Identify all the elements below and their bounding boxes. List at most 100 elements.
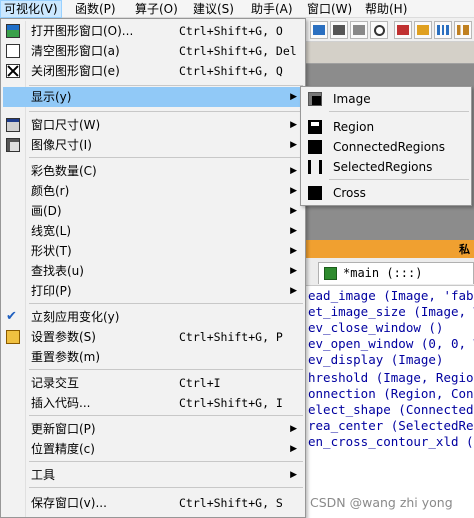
menu-item-window-size[interactable]: 窗口尺寸(W) ▶ (3, 115, 303, 135)
menu-item-apply-immediately[interactable]: ✔ 立刻应用变化(y) (3, 307, 303, 327)
submenu-arrow-icon: ▶ (290, 226, 297, 236)
menu-window[interactable]: 窗口(W) (304, 0, 355, 18)
submenu-arrow-icon: ▶ (290, 140, 297, 150)
code-line[interactable]: onnection (Region, Conn (308, 386, 474, 402)
open-window-icon (6, 24, 20, 38)
toolbar-button[interactable] (394, 21, 412, 39)
menu-item-record-interactions[interactable]: 记录交互 Ctrl+I (3, 373, 303, 393)
menu-item-line-width[interactable]: 线宽(L) ▶ (3, 221, 303, 241)
submenu-item-cross[interactable]: Cross (303, 183, 469, 203)
submenu-arrow-icon: ▶ (290, 266, 297, 276)
code-line[interactable]: ead_image (Image, 'fabr (308, 288, 474, 304)
menu-item-save-window[interactable]: 保存窗口(v)... Ctrl+Shift+G, S (3, 493, 303, 513)
toolbar-button[interactable] (414, 21, 432, 39)
visualization-menu: 打开图形窗口(O)... Ctrl+Shift+G, O 清空图形窗口(a) C… (0, 18, 306, 518)
graphics-window-header (306, 42, 474, 64)
submenu-item-image[interactable]: Image (303, 89, 469, 109)
menu-visualization[interactable]: 可视化(V) (0, 0, 62, 18)
menu-operators[interactable]: 算子(O) (132, 0, 181, 18)
menu-functions[interactable]: 函数(P) (72, 0, 119, 18)
menu-item-clear-graphics-window[interactable]: 清空图形窗口(a) Ctrl+Shift+G, Del (3, 41, 303, 61)
submenu-arrow-icon: ▶ (290, 424, 297, 434)
submenu-arrow-icon: ▶ (290, 120, 297, 130)
submenu-item-connected-regions[interactable]: ConnectedRegions (303, 137, 469, 157)
menu-item-color-count[interactable]: 彩色数量(C) ▶ (3, 161, 303, 181)
stopwatch-icon[interactable] (370, 21, 388, 39)
menu-item-insert-code[interactable]: 插入代码... Ctrl+Shift+G, I (3, 393, 303, 413)
menu-item-close-graphics-window[interactable]: 关闭图形窗口(e) Ctrl+Shift+G, Q (3, 61, 303, 81)
checkmark-icon: ✔ (6, 309, 17, 324)
menu-item-update-window[interactable]: 更新窗口(P) ▶ (3, 419, 303, 439)
code-line[interactable]: ev_close_window () (308, 320, 443, 336)
menu-item-label: 立刻应用变化(y) (31, 310, 120, 324)
menu-bar: 可视化(V) 函数(P) 算子(O) 建议(S) 助手(A) 窗口(W) 帮助(… (0, 0, 474, 18)
menu-item-print[interactable]: 打印(P) ▶ (3, 281, 303, 301)
menu-item-label: 彩色数量(C) (31, 164, 97, 178)
image-size-icon (6, 138, 20, 152)
code-line[interactable]: elect_shape (ConnectedR (308, 402, 474, 418)
display-submenu: Image Region ConnectedRegions SelectedRe… (300, 86, 472, 206)
menu-item-color[interactable]: 颜色(r) ▶ (3, 181, 303, 201)
titlebar-label: 私 (459, 243, 470, 256)
menu-item-lookup-table[interactable]: 查找表(u) ▶ (3, 261, 303, 281)
submenu-item-label: Image (333, 92, 371, 106)
menu-item-image-size[interactable]: 图像尺寸(I) ▶ (3, 135, 303, 155)
menu-item-reset-parameters[interactable]: 重置参数(m) (3, 347, 303, 367)
program-editor[interactable]: ead_image (Image, 'fabr et_image_size (I… (306, 286, 474, 518)
menu-help[interactable]: 帮助(H) (362, 0, 410, 18)
code-line[interactable]: en_cross_contour_xld (C (308, 434, 474, 450)
editor-tabbar: *main (:::) (306, 258, 474, 286)
menu-separator (29, 303, 303, 304)
program-window-titlebar: 私 (306, 240, 474, 258)
submenu-arrow-icon: ▶ (290, 206, 297, 216)
submenu-arrow-icon: ▶ (290, 92, 297, 102)
menu-item-open-graphics-window[interactable]: 打开图形窗口(O)... Ctrl+Shift+G, O (3, 21, 303, 41)
menu-item-display[interactable]: 显示(y) ▶ (3, 87, 303, 107)
submenu-arrow-icon: ▶ (290, 166, 297, 176)
menu-separator (329, 179, 469, 180)
menu-item-label: 位置精度(c) (31, 442, 95, 456)
menu-item-position-precision[interactable]: 位置精度(c) ▶ (3, 439, 303, 459)
selected-regions-icon (308, 160, 322, 174)
profile-icon[interactable] (454, 21, 472, 39)
menu-item-label: 画(D) (31, 204, 62, 218)
code-line[interactable]: et_image_size (Image, W (308, 304, 474, 320)
menu-item-label: 关闭图形窗口(e) (31, 64, 120, 78)
toolbar-button[interactable] (330, 21, 348, 39)
menu-item-label: 重置参数(m) (31, 350, 101, 364)
menu-item-label: 打开图形窗口(O)... (31, 24, 134, 38)
menu-item-draw[interactable]: 画(D) ▶ (3, 201, 303, 221)
menu-item-shape[interactable]: 形状(T) ▶ (3, 241, 303, 261)
code-line[interactable]: hreshold (Image, Region (308, 370, 474, 386)
menu-item-label: 插入代码... (31, 396, 91, 410)
menu-separator (29, 85, 303, 86)
toolbar-button[interactable] (310, 21, 328, 39)
menu-item-label: 窗口尺寸(W) (31, 118, 101, 132)
code-line[interactable]: ev_open_window (0, 0, W (308, 336, 474, 352)
menu-assistants[interactable]: 助手(A) (248, 0, 296, 18)
submenu-item-label: Cross (333, 186, 366, 200)
menu-separator (29, 157, 303, 158)
menu-item-label: 线宽(L) (31, 224, 72, 238)
histogram-icon[interactable] (434, 21, 452, 39)
menu-suggestions[interactable]: 建议(S) (190, 0, 237, 18)
tab-main-label: *main (:::) (343, 266, 423, 280)
menu-item-set-parameters[interactable]: 设置参数(S) Ctrl+Shift+G, P (3, 327, 303, 347)
menu-item-label: 形状(T) (31, 244, 72, 258)
menu-item-label: 保存窗口(v)... (31, 496, 107, 510)
menu-item-label: 清空图形窗口(a) (31, 44, 120, 58)
menu-item-shortcut: Ctrl+Shift+G, Q (179, 64, 283, 78)
submenu-item-label: ConnectedRegions (333, 140, 445, 154)
clear-window-icon (6, 44, 20, 58)
menu-separator (29, 487, 303, 488)
menu-item-tools[interactable]: 工具 ▶ (3, 465, 303, 485)
submenu-item-selected-regions[interactable]: SelectedRegions (303, 157, 469, 177)
code-line[interactable]: ev_display (Image) (308, 352, 443, 368)
code-line[interactable]: rea_center (SelectedRe (308, 418, 474, 434)
tab-main[interactable]: *main (:::) (318, 262, 474, 284)
submenu-item-region[interactable]: Region (303, 117, 469, 137)
menu-item-shortcut: Ctrl+Shift+G, S (179, 496, 283, 510)
close-window-icon (6, 64, 20, 78)
toolbar-button[interactable] (350, 21, 368, 39)
menu-separator (29, 461, 303, 462)
